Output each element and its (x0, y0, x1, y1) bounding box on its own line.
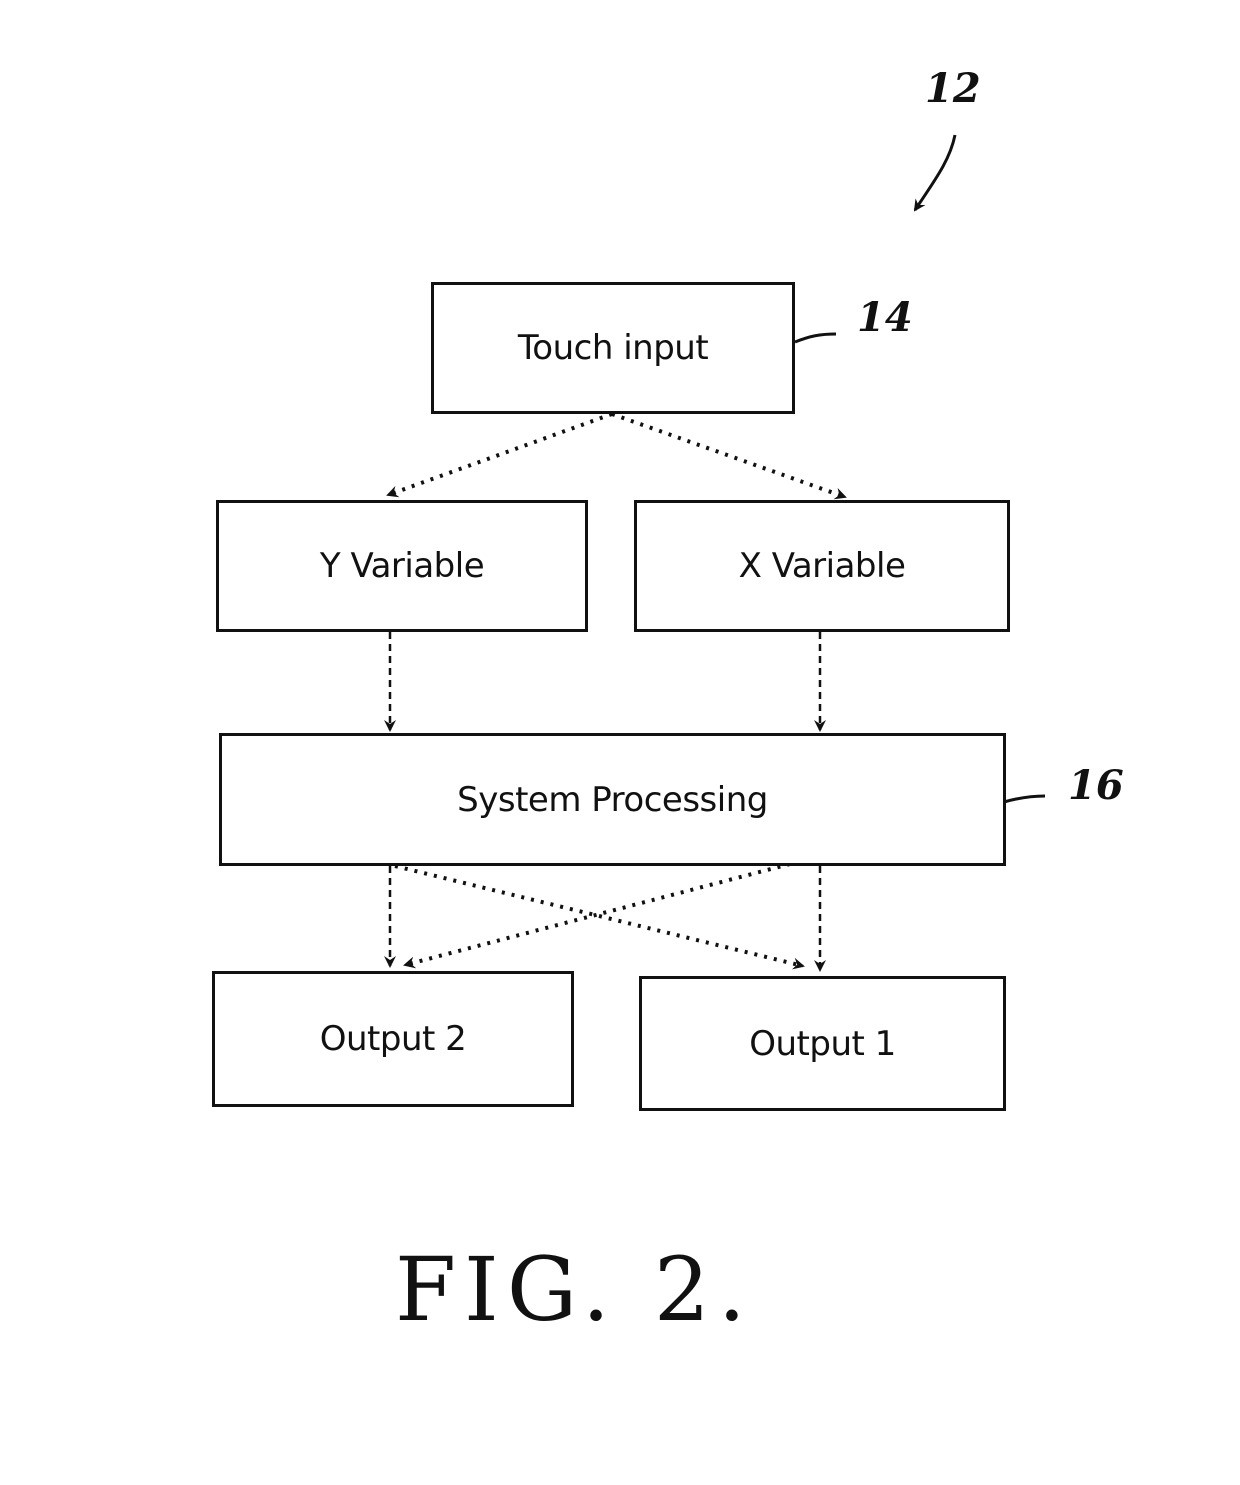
figure-caption: FIG. 2. (395, 1238, 754, 1341)
edge-system-cross-to-output1 (394, 864, 805, 970)
leader-line-16 (1003, 794, 1046, 804)
node-touch-input: Touch input (431, 282, 795, 414)
node-label: Output 2 (319, 1019, 467, 1059)
node-label: X Variable (738, 546, 906, 586)
edge-system-cross-to-output2 (403, 862, 791, 969)
reference-numeral-14: 14 (857, 294, 913, 341)
node-label: System Processing (457, 779, 768, 820)
edge-touch-to-y (386, 412, 613, 498)
reference-numeral-16: 16 (1068, 762, 1124, 809)
node-x-variable: X Variable (634, 500, 1010, 632)
node-label: Y Variable (319, 546, 485, 586)
figure-caption-text: FIG. 2. (395, 1238, 754, 1341)
edge-touch-to-x (611, 412, 847, 500)
node-output-2: Output 2 (212, 971, 574, 1107)
node-output-1: Output 1 (639, 976, 1006, 1111)
figure-pointer-arrow (913, 134, 957, 212)
leader-line-14 (794, 332, 837, 344)
node-label: Output 1 (749, 1023, 896, 1064)
node-system-processing: System Processing (219, 733, 1006, 866)
node-label: Touch input (517, 328, 709, 368)
node-y-variable: Y Variable (216, 500, 588, 632)
